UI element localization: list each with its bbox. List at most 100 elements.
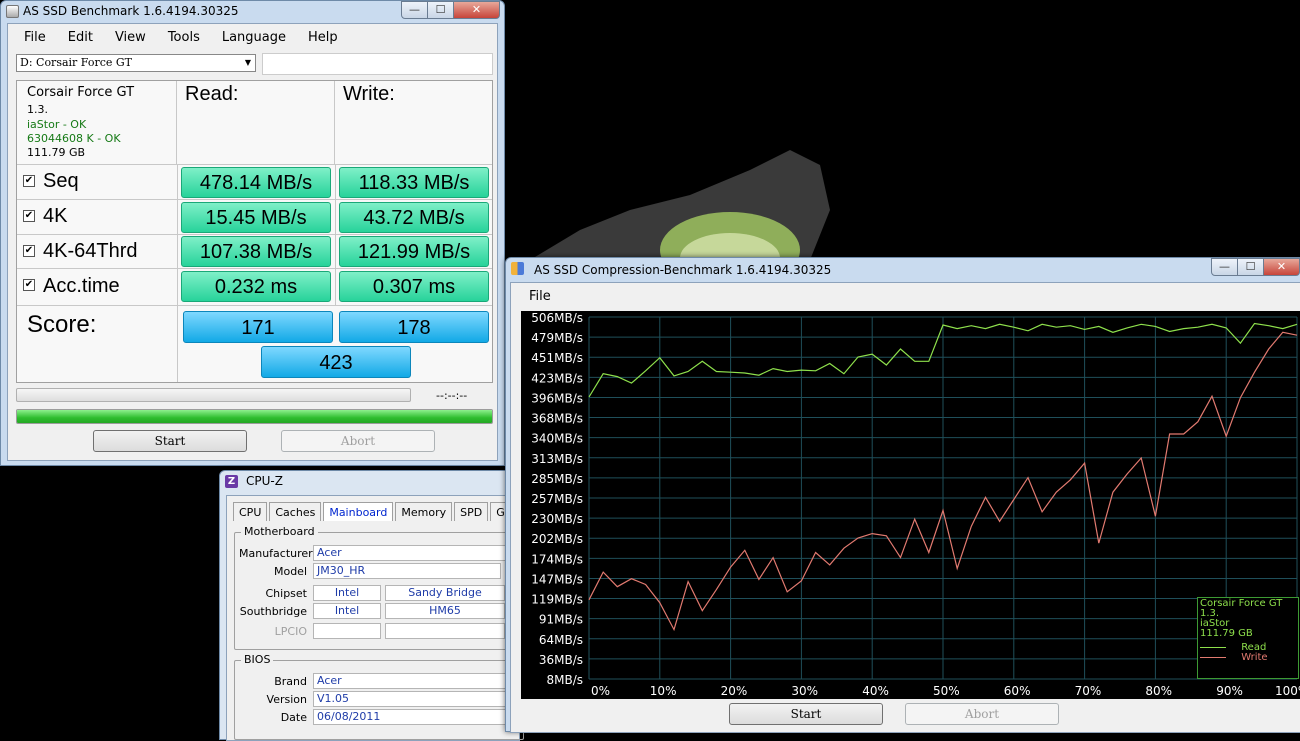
x-tick-label: 0% [591, 684, 610, 698]
read-header: Read: [177, 81, 335, 165]
timer: --:--:-- [436, 389, 468, 402]
southbridge-name: HM65 [385, 603, 505, 619]
cpuz-client: CPU Caches Mainboard Memory SPD Graph Mo… [226, 495, 536, 741]
acc-read-value: 0.232 ms [181, 271, 331, 302]
score-label: Score: [27, 311, 97, 338]
y-tick-label: 257MB/s [531, 492, 583, 506]
x-tick-label: 80% [1145, 684, 1172, 698]
write-header: Write: [335, 81, 492, 165]
as-ssd-client: File Edit View Tools Language Help D: Co… [7, 23, 498, 461]
compression-minimize-button[interactable]: — [1211, 258, 1238, 276]
menu-help[interactable]: Help [308, 30, 338, 48]
x-tick-label: 70% [1075, 684, 1102, 698]
progress-small [16, 388, 411, 402]
tab-spd[interactable]: SPD [454, 502, 489, 521]
motherboard-group: Motherboard Manufacturer Acer Model JM30… [234, 525, 524, 650]
drive-alignment: 63044608 K - OK [27, 132, 121, 145]
chart-svg: 506MB/s 479MB/s 451MB/s 423MB/s 396MB/s 368MB… [531, 311, 1300, 698]
close-button[interactable]: ✕ [454, 1, 500, 19]
cpuz-window: Z CPU-Z CPU Caches Mainboard Memory SPD … [219, 470, 536, 741]
menu-file[interactable]: File [24, 30, 46, 48]
chart-legend: Corsair Force GT 1.3. iaStor 111.79 GB R… [1197, 597, 1299, 679]
app-icon [6, 5, 19, 18]
score-write: 178 [339, 311, 489, 343]
menu-tools[interactable]: Tools [168, 30, 200, 48]
4k-checkbox[interactable]: ✔ [23, 210, 35, 222]
acc-checkbox[interactable]: ✔ [23, 279, 35, 291]
acc-label: Acc.time [43, 275, 120, 297]
chart-app-icon [511, 262, 524, 275]
y-tick-label: 479MB/s [531, 331, 583, 345]
write-header-label: Write: [343, 83, 395, 105]
tab-caches[interactable]: Caches [269, 502, 322, 521]
drive-model: Corsair Force GT [27, 85, 135, 100]
lpcio-name [385, 623, 505, 639]
cpuz-title-bar: Z CPU-Z [220, 471, 518, 493]
compression-menu-bar: File [511, 283, 1300, 307]
minimize-button[interactable]: — [401, 1, 428, 19]
compression-maximize-button[interactable]: ☐ [1238, 258, 1264, 276]
progress-total-fill [17, 410, 492, 423]
tab-mainboard[interactable]: Mainboard [323, 502, 394, 521]
maximize-button[interactable]: ☐ [428, 1, 454, 19]
compression-menu-file[interactable]: File [529, 289, 551, 307]
cpuz-tabs: CPU Caches Mainboard Memory SPD Graph [233, 502, 538, 521]
results-grid: Corsair Force GT 1.3. iaStor - OK 630446… [16, 80, 493, 383]
manufacturer-value: Acer [313, 545, 523, 561]
4k-write-value: 43.72 MB/s [339, 202, 489, 233]
chipset-vendor: Intel [313, 585, 381, 601]
y-tick-label: 64MB/s [539, 633, 583, 647]
tab-cpu[interactable]: CPU [233, 502, 268, 521]
status-field [262, 53, 493, 75]
southbridge-vendor: Intel [313, 603, 381, 619]
bios-group: BIOS Brand Acer Version V1.05 Date 06/08… [234, 653, 524, 740]
x-tick-label: 40% [862, 684, 889, 698]
legend-size: 111.79 GB [1200, 628, 1253, 639]
4k-label: 4K [43, 205, 68, 227]
y-tick-label: 451MB/s [531, 351, 583, 365]
drive-info: Corsair Force GT 1.3. iaStor - OK 630446… [17, 81, 177, 165]
bios-group-label: BIOS [241, 653, 274, 666]
drive-select-value: D: Corsair Force GT [20, 56, 132, 69]
y-tick-label: 174MB/s [531, 552, 583, 566]
progress-total [16, 409, 493, 424]
legend-write-swatch [1200, 656, 1226, 658]
x-tick-label: 20% [721, 684, 748, 698]
southbridge-label: Southbridge [239, 605, 307, 618]
4k64-checkbox[interactable]: ✔ [23, 245, 35, 257]
y-tick-label: 36MB/s [539, 653, 583, 667]
abort-button[interactable]: Abort [281, 430, 435, 452]
y-tick-label: 423MB/s [531, 371, 583, 385]
4k64-label: 4K-64Thrd [43, 240, 138, 262]
chipset-label: Chipset [265, 587, 307, 600]
x-tick-label: 30% [791, 684, 818, 698]
drive-select[interactable]: D: Corsair Force GT ▼ [16, 54, 256, 72]
menu-language[interactable]: Language [222, 30, 286, 48]
drive-driver: iaStor - OK [27, 118, 87, 131]
compression-abort-button[interactable]: Abort [905, 703, 1059, 725]
compression-close-button[interactable]: ✕ [1264, 258, 1300, 276]
tab-memory[interactable]: Memory [395, 502, 453, 521]
date-value: 06/08/2011 [313, 709, 523, 725]
y-tick-label: 8MB/s [546, 673, 583, 687]
as-ssd-window: AS SSD Benchmark 1.6.4194.30325 — ☐ ✕ Fi… [0, 0, 505, 466]
menu-view[interactable]: View [115, 30, 146, 48]
manufacturer-label: Manufacturer [239, 547, 313, 560]
lpcio-label: LPCIO [274, 625, 307, 638]
legend-read-swatch [1200, 646, 1226, 648]
compression-title: AS SSD Compression-Benchmark 1.6.4194.30… [534, 263, 832, 277]
score-read: 171 [183, 311, 333, 343]
compression-start-button[interactable]: Start [729, 703, 883, 725]
y-tick-label: 313MB/s [531, 452, 583, 466]
title-bar: AS SSD Benchmark 1.6.4194.30325 — ☐ ✕ [1, 1, 504, 23]
row-4k-64thrd: ✔ 4K-64Thrd 107.38 MB/s 121.99 MB/s [17, 235, 492, 269]
start-button[interactable]: Start [93, 430, 247, 452]
version-label: Version [266, 693, 307, 706]
compression-client: File 506MB/s 479MB/s 451MB/s 423MB/s 396MB/s… [510, 282, 1300, 733]
brand-label: Brand [274, 675, 307, 688]
4k64-write-value: 121.99 MB/s [339, 236, 489, 267]
window-title: AS SSD Benchmark 1.6.4194.30325 [23, 4, 239, 18]
seq-checkbox[interactable]: ✔ [23, 175, 35, 187]
4k64-read-value: 107.38 MB/s [181, 236, 331, 267]
menu-edit[interactable]: Edit [68, 30, 93, 48]
